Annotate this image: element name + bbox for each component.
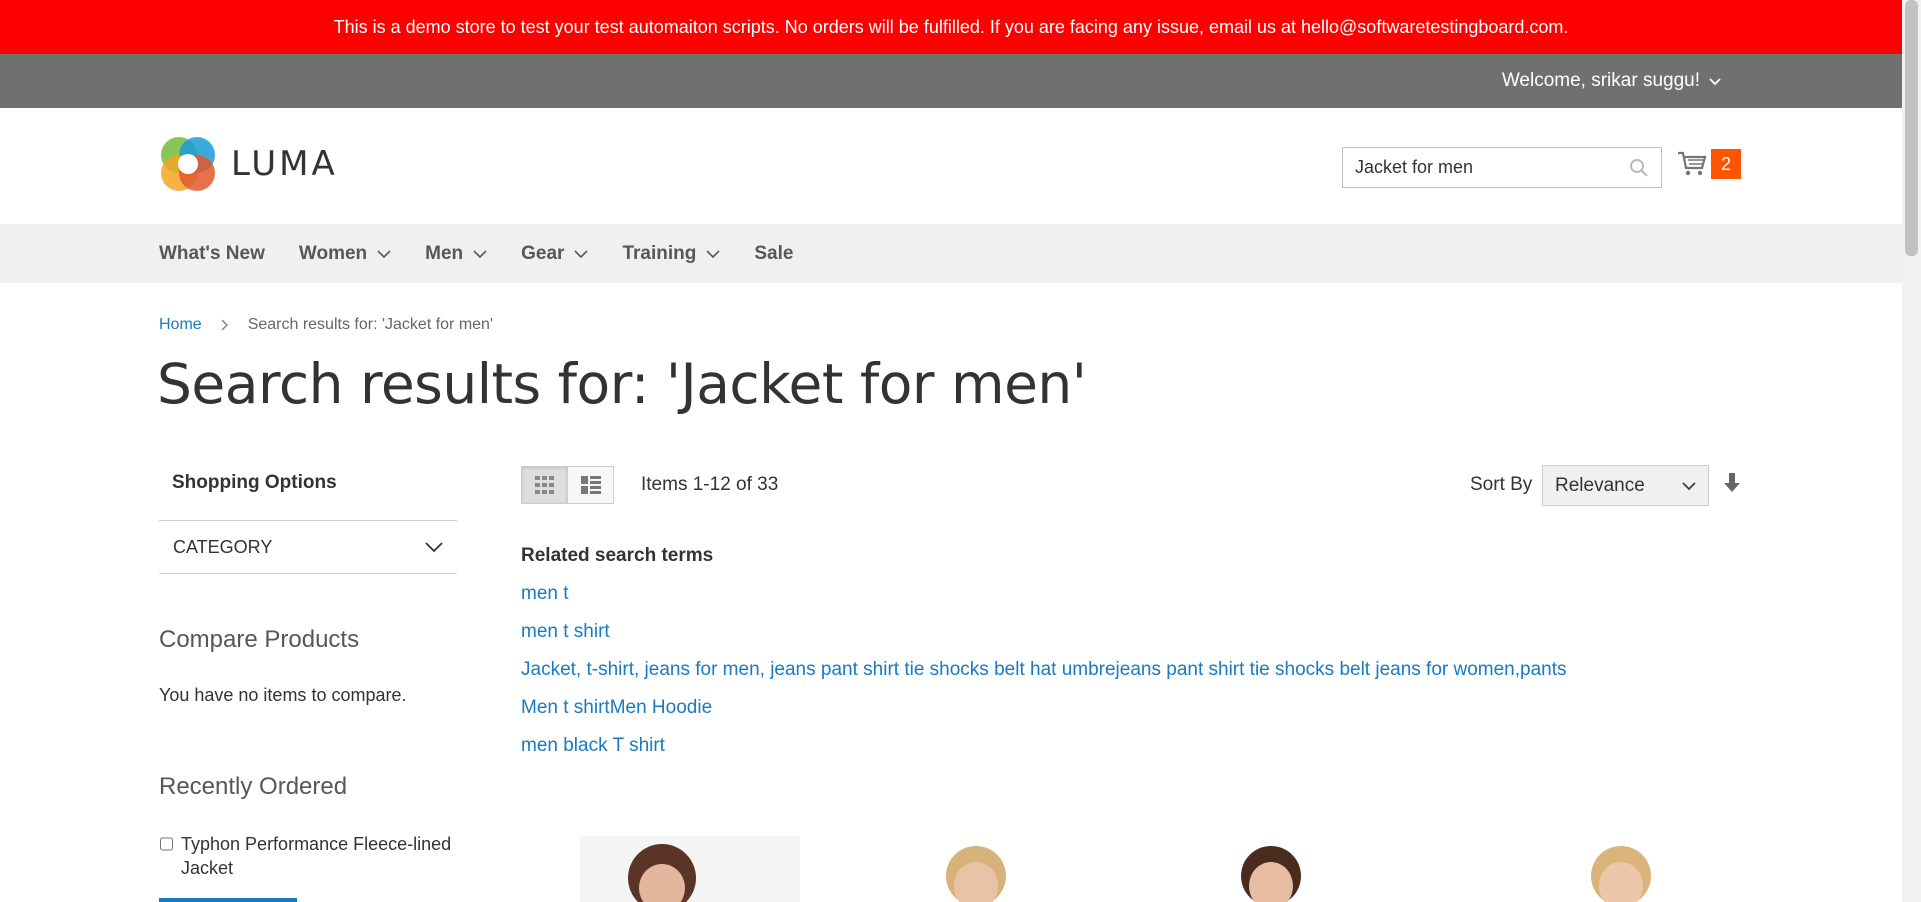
breadcrumb: Home Search results for: 'Jacket for men…: [159, 316, 493, 334]
chevron-down-icon: [473, 249, 487, 258]
minicart-button[interactable]: 2: [1677, 149, 1741, 179]
toolbar-amount: Items 1-12 of 33: [641, 474, 779, 495]
list-view-button[interactable]: [567, 466, 614, 504]
product-image[interactable]: [580, 836, 800, 902]
nav-item-label: Men: [425, 242, 464, 264]
related-search-terms-list: men t men t shirt Jacket, t-shirt, jeans…: [521, 583, 1567, 773]
recent-item-checkbox[interactable]: [160, 837, 173, 851]
luma-logo[interactable]: LUMA: [159, 135, 338, 193]
sort-by-value: Relevance: [1555, 474, 1645, 496]
filter-category-toggle[interactable]: CATEGORY: [159, 520, 457, 574]
sort-by-label: Sort By: [1470, 474, 1533, 495]
search-form: [1342, 147, 1662, 188]
grid-view-button[interactable]: [521, 466, 568, 504]
product-image[interactable]: [920, 836, 1030, 902]
demo-notice-text: This is a demo store to test your test a…: [333, 16, 1569, 37]
breadcrumb-home-link[interactable]: Home: [159, 316, 202, 334]
chevron-right-icon: [221, 319, 228, 331]
search-input[interactable]: [1343, 148, 1613, 187]
main-navigation: What's New Women Men Gear Training Sale: [0, 224, 1902, 283]
shopping-options-title: Shopping Options: [172, 472, 337, 493]
breadcrumb-current: Search results for: 'Jacket for men': [247, 316, 493, 333]
demo-notice-banner: This is a demo store to test your test a…: [0, 0, 1902, 54]
customer-welcome-menu[interactable]: Welcome, srikar suggu!: [1502, 54, 1722, 108]
search-icon[interactable]: [1629, 158, 1649, 178]
product-image[interactable]: [1215, 836, 1325, 902]
chevron-down-icon: [425, 542, 443, 553]
related-term-link[interactable]: men t shirt: [521, 621, 1567, 659]
related-term-link[interactable]: Men t shirtMen Hoodie: [521, 697, 1567, 735]
nav-item-label: Sale: [754, 242, 794, 264]
nav-item-whats-new[interactable]: What's New: [159, 243, 265, 265]
nav-item-label: Training: [622, 242, 697, 264]
chevron-down-icon: [1709, 78, 1721, 86]
view-mode-switcher: [521, 466, 614, 504]
nav-item-label: Gear: [521, 242, 565, 264]
chevron-down-icon: [377, 249, 391, 258]
related-term-link[interactable]: Jacket, t-shirt, jeans for men, jeans pa…: [521, 659, 1567, 697]
related-term-link[interactable]: men t: [521, 583, 1567, 621]
grid-icon: [534, 476, 554, 494]
scrollbar-thumb[interactable]: [1905, 0, 1918, 256]
nav-item-men[interactable]: Men: [425, 243, 487, 265]
top-panel: Welcome, srikar suggu!: [0, 54, 1902, 108]
sort-by-select[interactable]: Relevance: [1542, 465, 1709, 506]
recent-item-label: Typhon Performance Fleece-lined Jacket: [181, 834, 452, 878]
nav-item-training[interactable]: Training: [622, 243, 720, 265]
filter-category-label: CATEGORY: [173, 536, 273, 557]
recently-ordered-title: Recently Ordered: [159, 773, 348, 800]
welcome-text: Welcome, srikar suggu!: [1501, 70, 1700, 91]
list-icon: [580, 476, 601, 494]
compare-products-title: Compare Products: [159, 626, 360, 653]
luma-logo-icon: [161, 137, 215, 191]
nav-item-label: What's New: [159, 242, 265, 264]
chevron-down-icon: [1682, 481, 1696, 490]
logo-wordmark: LUMA: [231, 144, 338, 184]
compare-empty-text: You have no items to compare.: [159, 685, 407, 705]
nav-item-women[interactable]: Women: [299, 243, 391, 265]
nav-item-gear[interactable]: Gear: [521, 242, 589, 265]
nav-item-sale[interactable]: Sale: [754, 243, 793, 265]
add-to-cart-button[interactable]: [159, 898, 297, 902]
recent-order-item: Typhon Performance Fleece-lined Jacket: [160, 832, 460, 880]
related-term-link[interactable]: men black T shirt: [521, 735, 1567, 773]
chevron-down-icon: [574, 249, 589, 258]
cart-icon: [1678, 151, 1707, 176]
nav-item-label: Women: [298, 242, 368, 264]
product-image[interactable]: [1565, 836, 1675, 902]
related-search-terms-title: Related search terms: [521, 545, 714, 566]
sort-direction-arrow-icon[interactable]: [1724, 472, 1740, 494]
chevron-down-icon: [706, 249, 720, 258]
page-title: Search results for: 'Jacket for men': [157, 352, 1087, 416]
cart-count-badge: 2: [1711, 149, 1741, 179]
